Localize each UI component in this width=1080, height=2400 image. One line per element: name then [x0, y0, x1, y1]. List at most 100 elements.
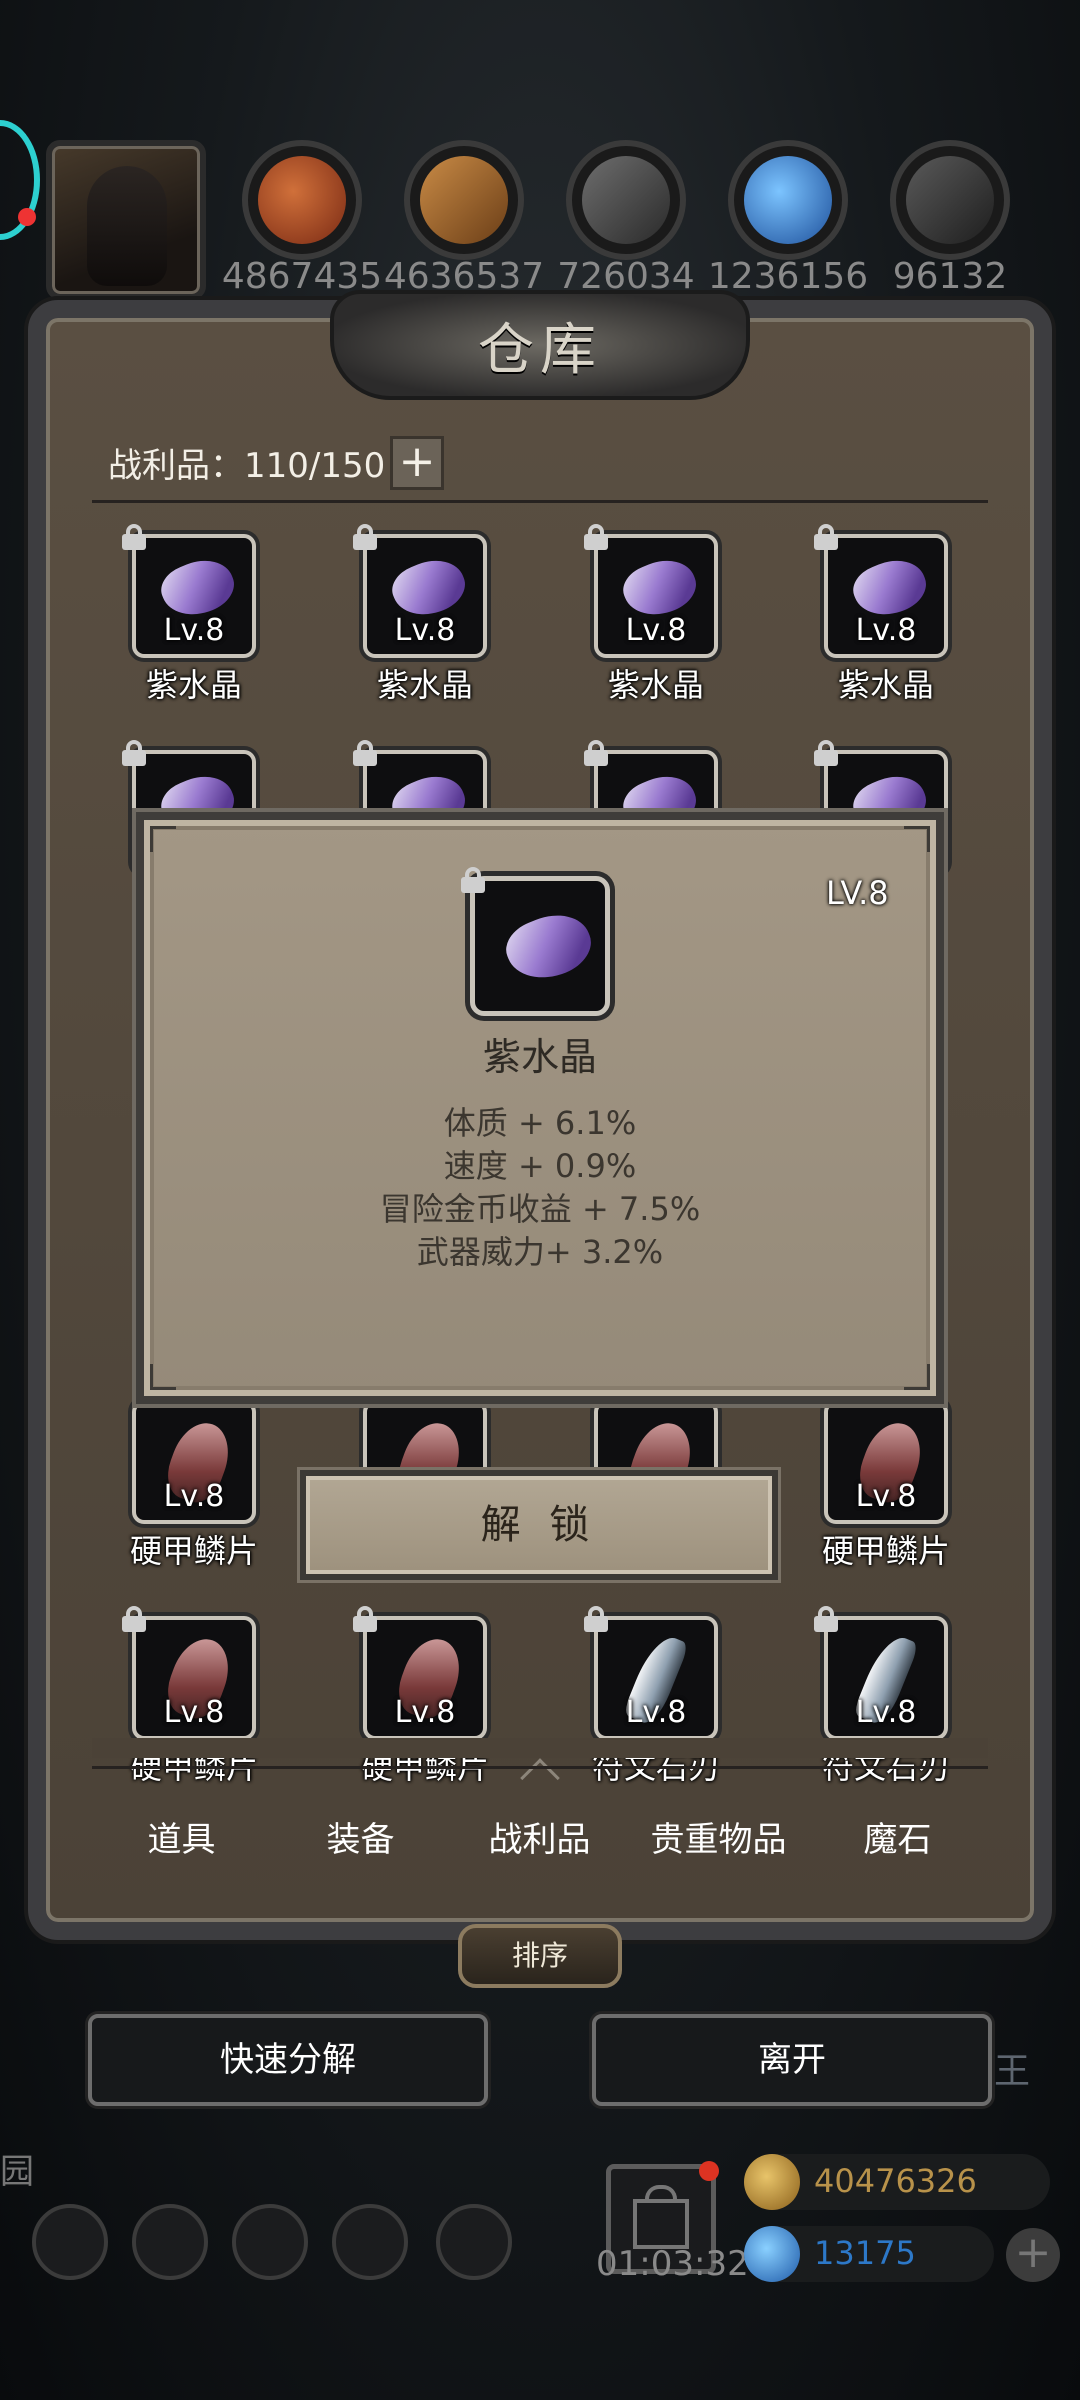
lock-icon: [584, 524, 608, 550]
popup-corner: [150, 826, 176, 852]
meat-resource-icon[interactable]: [242, 140, 362, 260]
popup-stats: 体质 + 6.1% 速度 + 0.9% 冒险金币收益 + 7.5% 武器威力+ …: [136, 1102, 944, 1274]
item-slot[interactable]: Lv.8 符文石刃: [568, 1606, 744, 1788]
resource-bar: 4867435 4636537 726034 1236156 96132: [0, 130, 1080, 300]
item-icon: Lv.8: [122, 1606, 256, 1740]
panel-title: 仓库: [478, 318, 602, 383]
grid-clip: [92, 1738, 988, 1758]
popup-item-level: LV.8: [826, 874, 889, 912]
category-tabs: 道具 装备 战利品 贵重物品 魔石: [92, 1800, 988, 1880]
popup-item-icon: [461, 867, 610, 1016]
mail-icon[interactable]: [332, 2204, 408, 2280]
expand-capacity-button[interactable]: +: [390, 436, 444, 490]
stat-line: 冒险金币收益 + 7.5%: [379, 1190, 701, 1228]
tab-loot[interactable]: 战利品: [450, 1800, 629, 1880]
item-icon: Lv.8: [353, 1606, 487, 1740]
settings-icon[interactable]: [32, 2204, 108, 2280]
item-level: Lv.8: [163, 613, 225, 648]
item-slot[interactable]: Lv.8 硬甲鳞片: [106, 1606, 282, 1788]
item-name: 硬甲鳞片: [129, 1532, 258, 1570]
stat-line: 体质 + 6.1%: [443, 1104, 637, 1142]
item-icon: Lv.8: [353, 524, 487, 658]
amethyst-icon: [498, 903, 600, 991]
player-avatar[interactable]: [46, 140, 206, 300]
gift-timer: 01:03:32: [596, 2244, 749, 2284]
item-slot[interactable]: Lv.8 紫水晶: [106, 524, 282, 706]
popup-corner: [150, 1364, 176, 1390]
item-level: Lv.8: [855, 1479, 917, 1514]
item-name: 紫水晶: [145, 666, 242, 704]
steel-resource-icon[interactable]: [890, 140, 1010, 260]
popup-corner: [904, 1364, 930, 1390]
steel-count: 96132: [892, 256, 1008, 297]
notification-dot: [699, 2161, 719, 2181]
gold-scroll-icon: [744, 2154, 800, 2210]
item-slot[interactable]: Lv.8 紫水晶: [337, 524, 513, 706]
item-icon: Lv.8: [132, 1400, 256, 1524]
divider-bottom: [92, 1766, 988, 1769]
unlock-button[interactable]: 解 锁: [300, 1470, 778, 1580]
item-slot[interactable]: Lv.8 紫水晶: [798, 524, 974, 706]
tab-magic-stones[interactable]: 魔石: [808, 1800, 987, 1880]
side-label: 园: [0, 2152, 34, 2192]
item-level: Lv.8: [625, 1695, 687, 1730]
gem-currency: 13175: [744, 2226, 994, 2282]
item-slot[interactable]: Lv.8 硬甲鳞片: [798, 1400, 974, 1572]
lock-icon: [122, 740, 146, 766]
lock-icon: [122, 524, 146, 550]
iron-resource-icon[interactable]: [566, 140, 686, 260]
stat-line: 速度 + 0.9%: [443, 1147, 637, 1185]
item-slot[interactable]: Lv.8 符文石刃: [798, 1606, 974, 1788]
item-slot[interactable]: Lv.8 硬甲鳞片: [106, 1400, 282, 1572]
tab-valuables[interactable]: 贵重物品: [629, 1800, 808, 1880]
popup-item-name: 紫水晶: [482, 1035, 597, 1079]
castle-icon[interactable]: [232, 2204, 308, 2280]
item-level: Lv.8: [163, 1695, 225, 1730]
tab-equipment[interactable]: 装备: [271, 1800, 450, 1880]
lock-icon: [814, 524, 838, 550]
lock-icon: [814, 740, 838, 766]
star-icon[interactable]: [132, 2204, 208, 2280]
lock-icon: [353, 740, 377, 766]
add-currency-button[interactable]: +: [1006, 2228, 1060, 2282]
gold-currency: 40476326: [744, 2154, 1050, 2210]
item-name: 紫水晶: [376, 666, 473, 704]
side-label-right: 王: [994, 2051, 1031, 2092]
gem-amount: 13175: [814, 2234, 916, 2272]
lock-icon: [122, 1606, 146, 1632]
lock-icon: [353, 1606, 377, 1632]
loot-capacity: 战利品：110/150: [108, 446, 386, 486]
lock-icon: [353, 524, 377, 550]
item-name: 紫水晶: [837, 666, 934, 704]
item-icon: Lv.8: [584, 524, 718, 658]
item-name: 紫水晶: [607, 666, 704, 704]
item-slot[interactable]: Lv.8 硬甲鳞片: [337, 1606, 513, 1788]
item-slot[interactable]: Lv.8 紫水晶: [568, 524, 744, 706]
shield-icon[interactable]: [436, 2204, 512, 2280]
popup-corner: [904, 826, 930, 852]
lock-icon: [461, 867, 485, 893]
lock-icon: [584, 740, 608, 766]
item-icon: Lv.8: [814, 524, 948, 658]
item-name: 硬甲鳞片: [821, 1532, 950, 1570]
lock-icon: [584, 1606, 608, 1632]
tab-props[interactable]: 道具: [92, 1800, 271, 1880]
gold-amount: 40476326: [814, 2162, 977, 2200]
sort-button[interactable]: 排序: [458, 1924, 622, 1988]
item-level: Lv.8: [855, 1695, 917, 1730]
wood-resource-icon[interactable]: [404, 140, 524, 260]
lock-icon: [814, 1606, 838, 1632]
diamond-icon: [744, 2226, 800, 2282]
divider-top: [92, 500, 988, 503]
item-icon: Lv.8: [122, 524, 256, 658]
leave-button[interactable]: 离开: [592, 2014, 992, 2106]
item-icon: Lv.8: [824, 1400, 948, 1524]
item-level: Lv.8: [163, 1479, 225, 1514]
item-icon: Lv.8: [814, 1606, 948, 1740]
crystal-resource-icon[interactable]: [728, 140, 848, 260]
quick-decompose-button[interactable]: 快速分解: [88, 2014, 488, 2106]
stat-line: 武器威力+ 3.2%: [416, 1233, 664, 1271]
item-level: Lv.8: [394, 1695, 456, 1730]
item-level: Lv.8: [625, 613, 687, 648]
item-icon: Lv.8: [584, 1606, 718, 1740]
